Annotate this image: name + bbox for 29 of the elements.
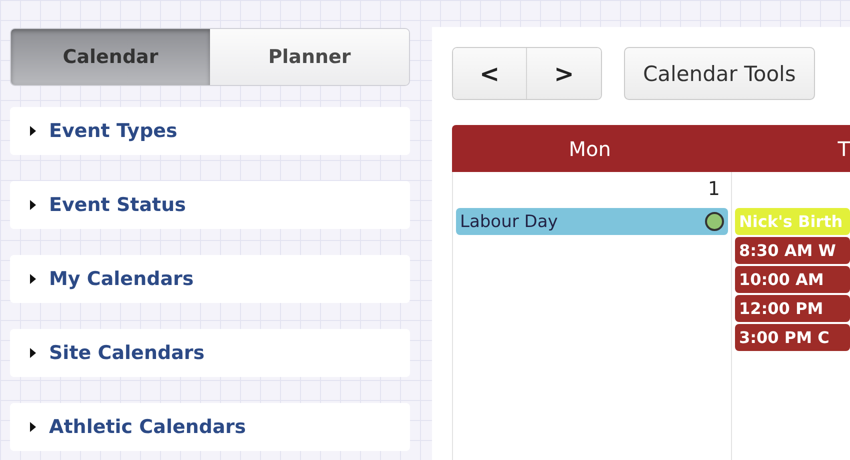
filter-panel[interactable]: Athletic Calendars xyxy=(10,403,410,451)
tab[interactable]: Calendar xyxy=(11,29,210,85)
filter-panel[interactable]: My Calendars xyxy=(10,255,410,303)
day-header: T xyxy=(836,136,850,162)
filter-panel[interactable]: Event Types xyxy=(10,107,410,155)
event-label: 10:00 AM xyxy=(739,270,825,289)
filter-label: Event Status xyxy=(49,194,186,216)
calendar-event[interactable]: 8:30 AM W xyxy=(735,237,850,264)
tab[interactable]: Planner xyxy=(210,29,409,85)
event-label: Nick's Birth xyxy=(739,212,844,231)
filter-label: My Calendars xyxy=(49,268,194,290)
event-label: 3:00 PM C xyxy=(739,328,830,347)
next-button[interactable]: > xyxy=(527,48,601,99)
calendar-event[interactable]: 3:00 PM C xyxy=(735,324,850,351)
event-label: 12:00 PM xyxy=(739,299,824,318)
calendar-event[interactable]: 10:00 AM xyxy=(735,266,850,293)
date-number: 1 xyxy=(708,178,720,200)
calendar-event[interactable]: Labour Day xyxy=(456,208,728,235)
filter-panel[interactable]: Event Status xyxy=(10,181,410,229)
event-label: 8:30 AM W xyxy=(739,241,837,260)
previous-button[interactable]: < xyxy=(453,48,527,99)
filter-label: Site Calendars xyxy=(49,342,205,364)
day-header: Mon xyxy=(568,136,612,162)
filter-panel[interactable]: Site Calendars xyxy=(10,329,410,377)
calendar-event[interactable]: 12:00 PM xyxy=(735,295,850,322)
filter-label: Athletic Calendars xyxy=(49,416,246,438)
filter-label: Event Types xyxy=(49,120,178,142)
event-label: Labour Day xyxy=(460,212,559,232)
calendar-tools-button[interactable]: Calendar Tools xyxy=(624,47,815,100)
